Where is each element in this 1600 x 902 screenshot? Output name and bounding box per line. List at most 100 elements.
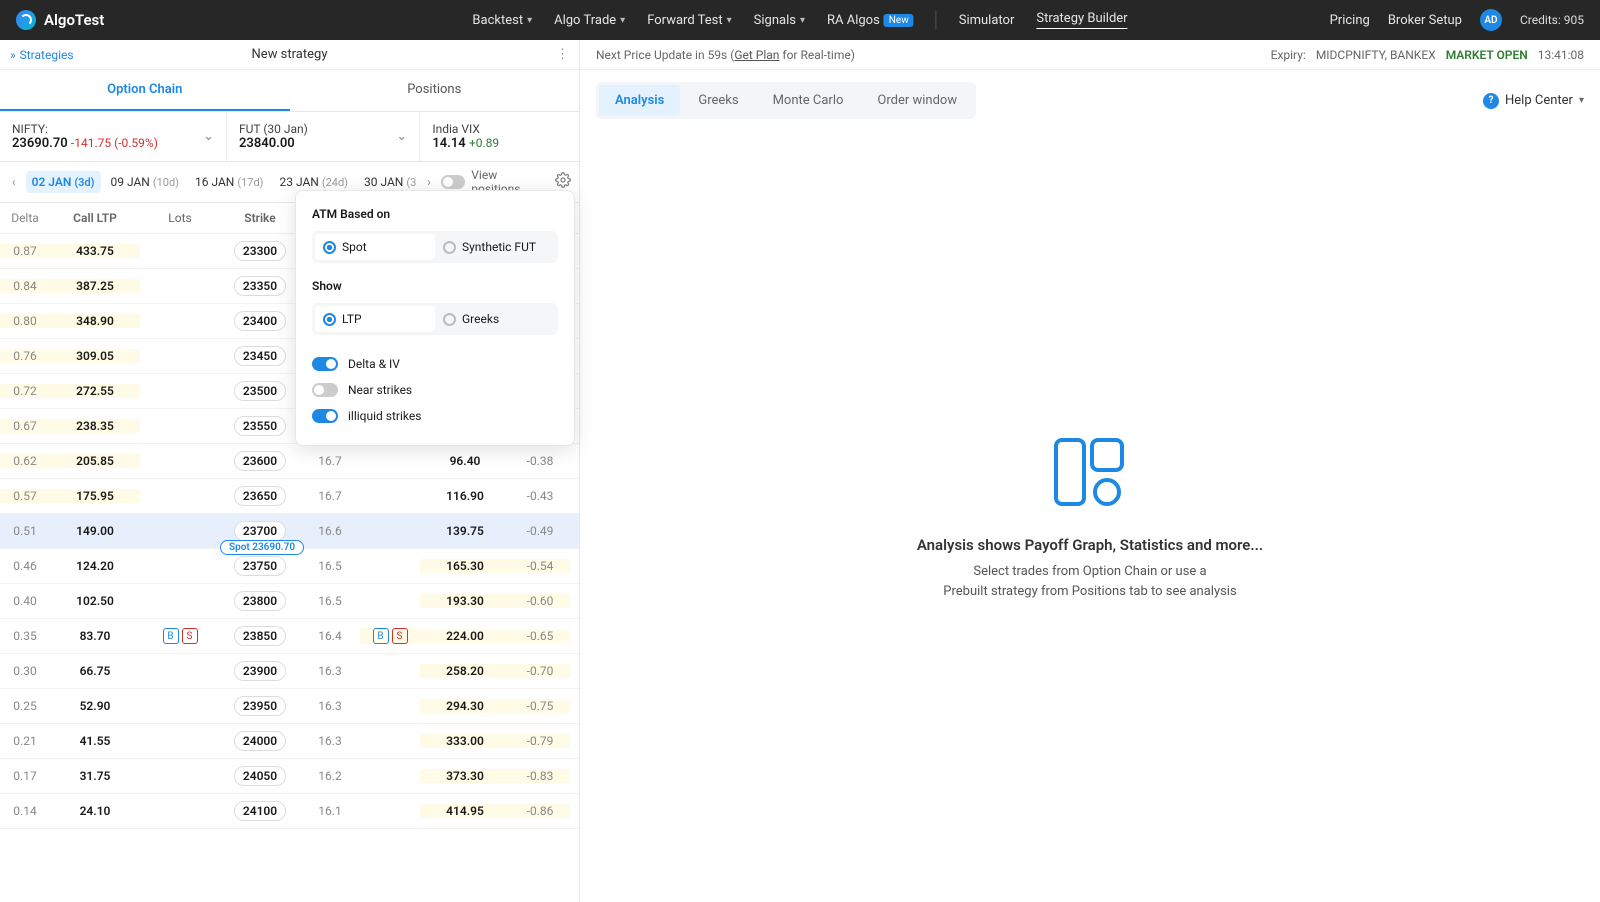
strategy-bar: » Strategies New strategy ⋮ bbox=[0, 40, 579, 70]
credits: Credits: 905 bbox=[1520, 13, 1584, 27]
cell-strike: 23700 bbox=[220, 521, 300, 541]
label-near-strikes: Near strikes bbox=[348, 383, 412, 397]
toggle-near-strikes[interactable] bbox=[312, 383, 338, 397]
chevron-down-icon: ⌄ bbox=[396, 129, 407, 144]
cell-put-ltp: 414.95 bbox=[420, 804, 510, 818]
sell-button[interactable]: S bbox=[392, 628, 408, 644]
nav-forward[interactable]: Forward Test▾ bbox=[647, 13, 731, 28]
sell-button[interactable]: S bbox=[182, 628, 198, 644]
option-row[interactable]: 0.57175.952365016.7116.90-0.43 bbox=[0, 479, 579, 514]
toggle-illiquid[interactable] bbox=[312, 409, 338, 423]
empty-title: Analysis shows Payoff Graph, Statistics … bbox=[917, 536, 1263, 554]
option-row[interactable]: 0.62205.852360016.796.40-0.38 bbox=[0, 444, 579, 479]
nav-pricing[interactable]: Pricing bbox=[1330, 13, 1370, 28]
chevron-down-icon: ▾ bbox=[527, 15, 532, 26]
avatar[interactable]: AD bbox=[1480, 9, 1502, 31]
expiry-item[interactable]: 09 JAN (10d) bbox=[105, 171, 186, 193]
kebab-menu[interactable]: ⋮ bbox=[556, 47, 569, 62]
nav-simulator[interactable]: Simulator bbox=[959, 13, 1015, 28]
cell-iv: 16.3 bbox=[300, 664, 360, 678]
cell-put-delta: -0.86 bbox=[510, 804, 570, 818]
expiry-prev[interactable]: ‹ bbox=[8, 175, 20, 189]
cell-iv: 16.7 bbox=[300, 489, 360, 503]
logo[interactable]: AlgoTest bbox=[16, 10, 104, 30]
tab-analysis[interactable]: Analysis bbox=[599, 85, 680, 116]
radio-icon bbox=[443, 241, 456, 254]
radio-icon bbox=[323, 313, 336, 326]
tab-monte-carlo[interactable]: Monte Carlo bbox=[757, 85, 860, 116]
buy-button[interactable]: B bbox=[163, 628, 179, 644]
expiry-item[interactable]: 16 JAN (17d) bbox=[189, 171, 270, 193]
option-row[interactable]: 0.3583.70BS2385016.4BS224.00-0.65 bbox=[0, 619, 579, 654]
label-delta-iv: Delta & IV bbox=[348, 357, 400, 371]
buy-button[interactable]: B bbox=[373, 628, 389, 644]
vix-display: India VIX 14.14 +0.89 bbox=[420, 112, 579, 161]
cell-call-delta: 0.30 bbox=[0, 664, 50, 678]
strategies-link[interactable]: » Strategies bbox=[10, 48, 74, 62]
cell-strike: 23600 bbox=[220, 451, 300, 471]
logo-text: AlgoTest bbox=[44, 11, 104, 29]
radio-synthetic[interactable]: Synthetic FUT bbox=[435, 234, 555, 260]
expiry-item[interactable]: 02 JAN (3d) bbox=[26, 171, 101, 193]
cell-call-ltp: 24.10 bbox=[50, 804, 140, 818]
cell-call-ltp: 175.95 bbox=[50, 489, 140, 503]
market-status: MARKET OPEN bbox=[1446, 48, 1528, 62]
option-row[interactable]: 0.2552.902395016.3294.30-0.75 bbox=[0, 689, 579, 724]
option-row[interactable]: 0.51149.002370016.6139.75-0.49Spot 23690… bbox=[0, 514, 579, 549]
topbar-right: Pricing Broker Setup AD Credits: 905 bbox=[1330, 9, 1584, 31]
cell-strike: 23400 bbox=[220, 311, 300, 331]
left-panel: » Strategies New strategy ⋮ Option Chain… bbox=[0, 40, 580, 902]
nav-backtest[interactable]: Backtest▾ bbox=[472, 13, 532, 28]
radio-icon bbox=[443, 313, 456, 326]
option-row[interactable]: 0.40102.502380016.5193.30-0.60 bbox=[0, 584, 579, 619]
tab-greeks[interactable]: Greeks bbox=[682, 85, 754, 116]
tab-order-window[interactable]: Order window bbox=[861, 85, 973, 116]
option-row[interactable]: 0.1731.752405016.2373.30-0.83 bbox=[0, 759, 579, 794]
get-plan-link[interactable]: Get Plan bbox=[734, 48, 779, 62]
nav-signals[interactable]: Signals▾ bbox=[754, 13, 805, 28]
nav-broker[interactable]: Broker Setup bbox=[1388, 13, 1462, 28]
label-illiquid: illiquid strikes bbox=[348, 409, 421, 423]
cell-put-delta: -0.43 bbox=[510, 489, 570, 503]
help-center[interactable]: ? Help Center ▾ bbox=[1483, 93, 1584, 109]
settings-popover: ATM Based on Spot Synthetic FUT Show LTP… bbox=[295, 190, 575, 446]
spot-badge: Spot 23690.70 bbox=[220, 540, 304, 555]
nav-strategy-builder[interactable]: Strategy Builder bbox=[1036, 11, 1127, 29]
expiry-next[interactable]: › bbox=[423, 175, 435, 189]
cell-call-delta: 0.17 bbox=[0, 769, 50, 783]
cell-put-ltp: 139.75 bbox=[420, 524, 510, 538]
cell-iv: 16.2 bbox=[300, 769, 360, 783]
tab-option-chain[interactable]: Option Chain bbox=[0, 70, 290, 111]
strategy-title: New strategy bbox=[252, 47, 328, 62]
radio-greeks[interactable]: Greeks bbox=[435, 306, 555, 332]
view-positions-toggle[interactable] bbox=[441, 175, 466, 189]
fut-selector[interactable]: FUT (30 Jan) 23840.00 ⌄ bbox=[227, 112, 420, 161]
cell-strike: 23650 bbox=[220, 486, 300, 506]
help-icon: ? bbox=[1483, 93, 1499, 109]
cell-call-delta: 0.21 bbox=[0, 734, 50, 748]
cell-put-delta: -0.54 bbox=[510, 559, 570, 573]
col-lots: Lots bbox=[140, 211, 220, 225]
show-title: Show bbox=[312, 279, 558, 293]
toggle-delta-iv[interactable] bbox=[312, 357, 338, 371]
cell-strike: 23750 bbox=[220, 556, 300, 576]
radio-ltp[interactable]: LTP bbox=[315, 306, 435, 332]
cell-iv: 16.7 bbox=[300, 454, 360, 468]
cell-call-ltp: 41.55 bbox=[50, 734, 140, 748]
option-row[interactable]: 0.3066.752390016.3258.20-0.70 bbox=[0, 654, 579, 689]
option-row[interactable]: 0.1424.102410016.1414.95-0.86 bbox=[0, 794, 579, 829]
cell-put-delta: -0.60 bbox=[510, 594, 570, 608]
cell-call-ltp: 348.90 bbox=[50, 314, 140, 328]
cell-call-ltp: 387.25 bbox=[50, 279, 140, 293]
nav-raalgos[interactable]: RA AlgosNew bbox=[827, 13, 914, 28]
option-row[interactable]: 0.2141.552400016.3333.00-0.79 bbox=[0, 724, 579, 759]
radio-spot[interactable]: Spot bbox=[315, 234, 435, 260]
atm-title: ATM Based on bbox=[312, 207, 558, 221]
gear-icon[interactable] bbox=[555, 172, 571, 192]
nav-algotrade[interactable]: Algo Trade▾ bbox=[554, 13, 625, 28]
tab-positions[interactable]: Positions bbox=[290, 70, 580, 111]
cell-strike: 23450 bbox=[220, 346, 300, 366]
nifty-selector[interactable]: NIFTY: 23690.70 -141.75 (-0.59%) ⌄ bbox=[0, 112, 227, 161]
cell-strike: 24100 bbox=[220, 801, 300, 821]
cell-put-ltp: 116.90 bbox=[420, 489, 510, 503]
